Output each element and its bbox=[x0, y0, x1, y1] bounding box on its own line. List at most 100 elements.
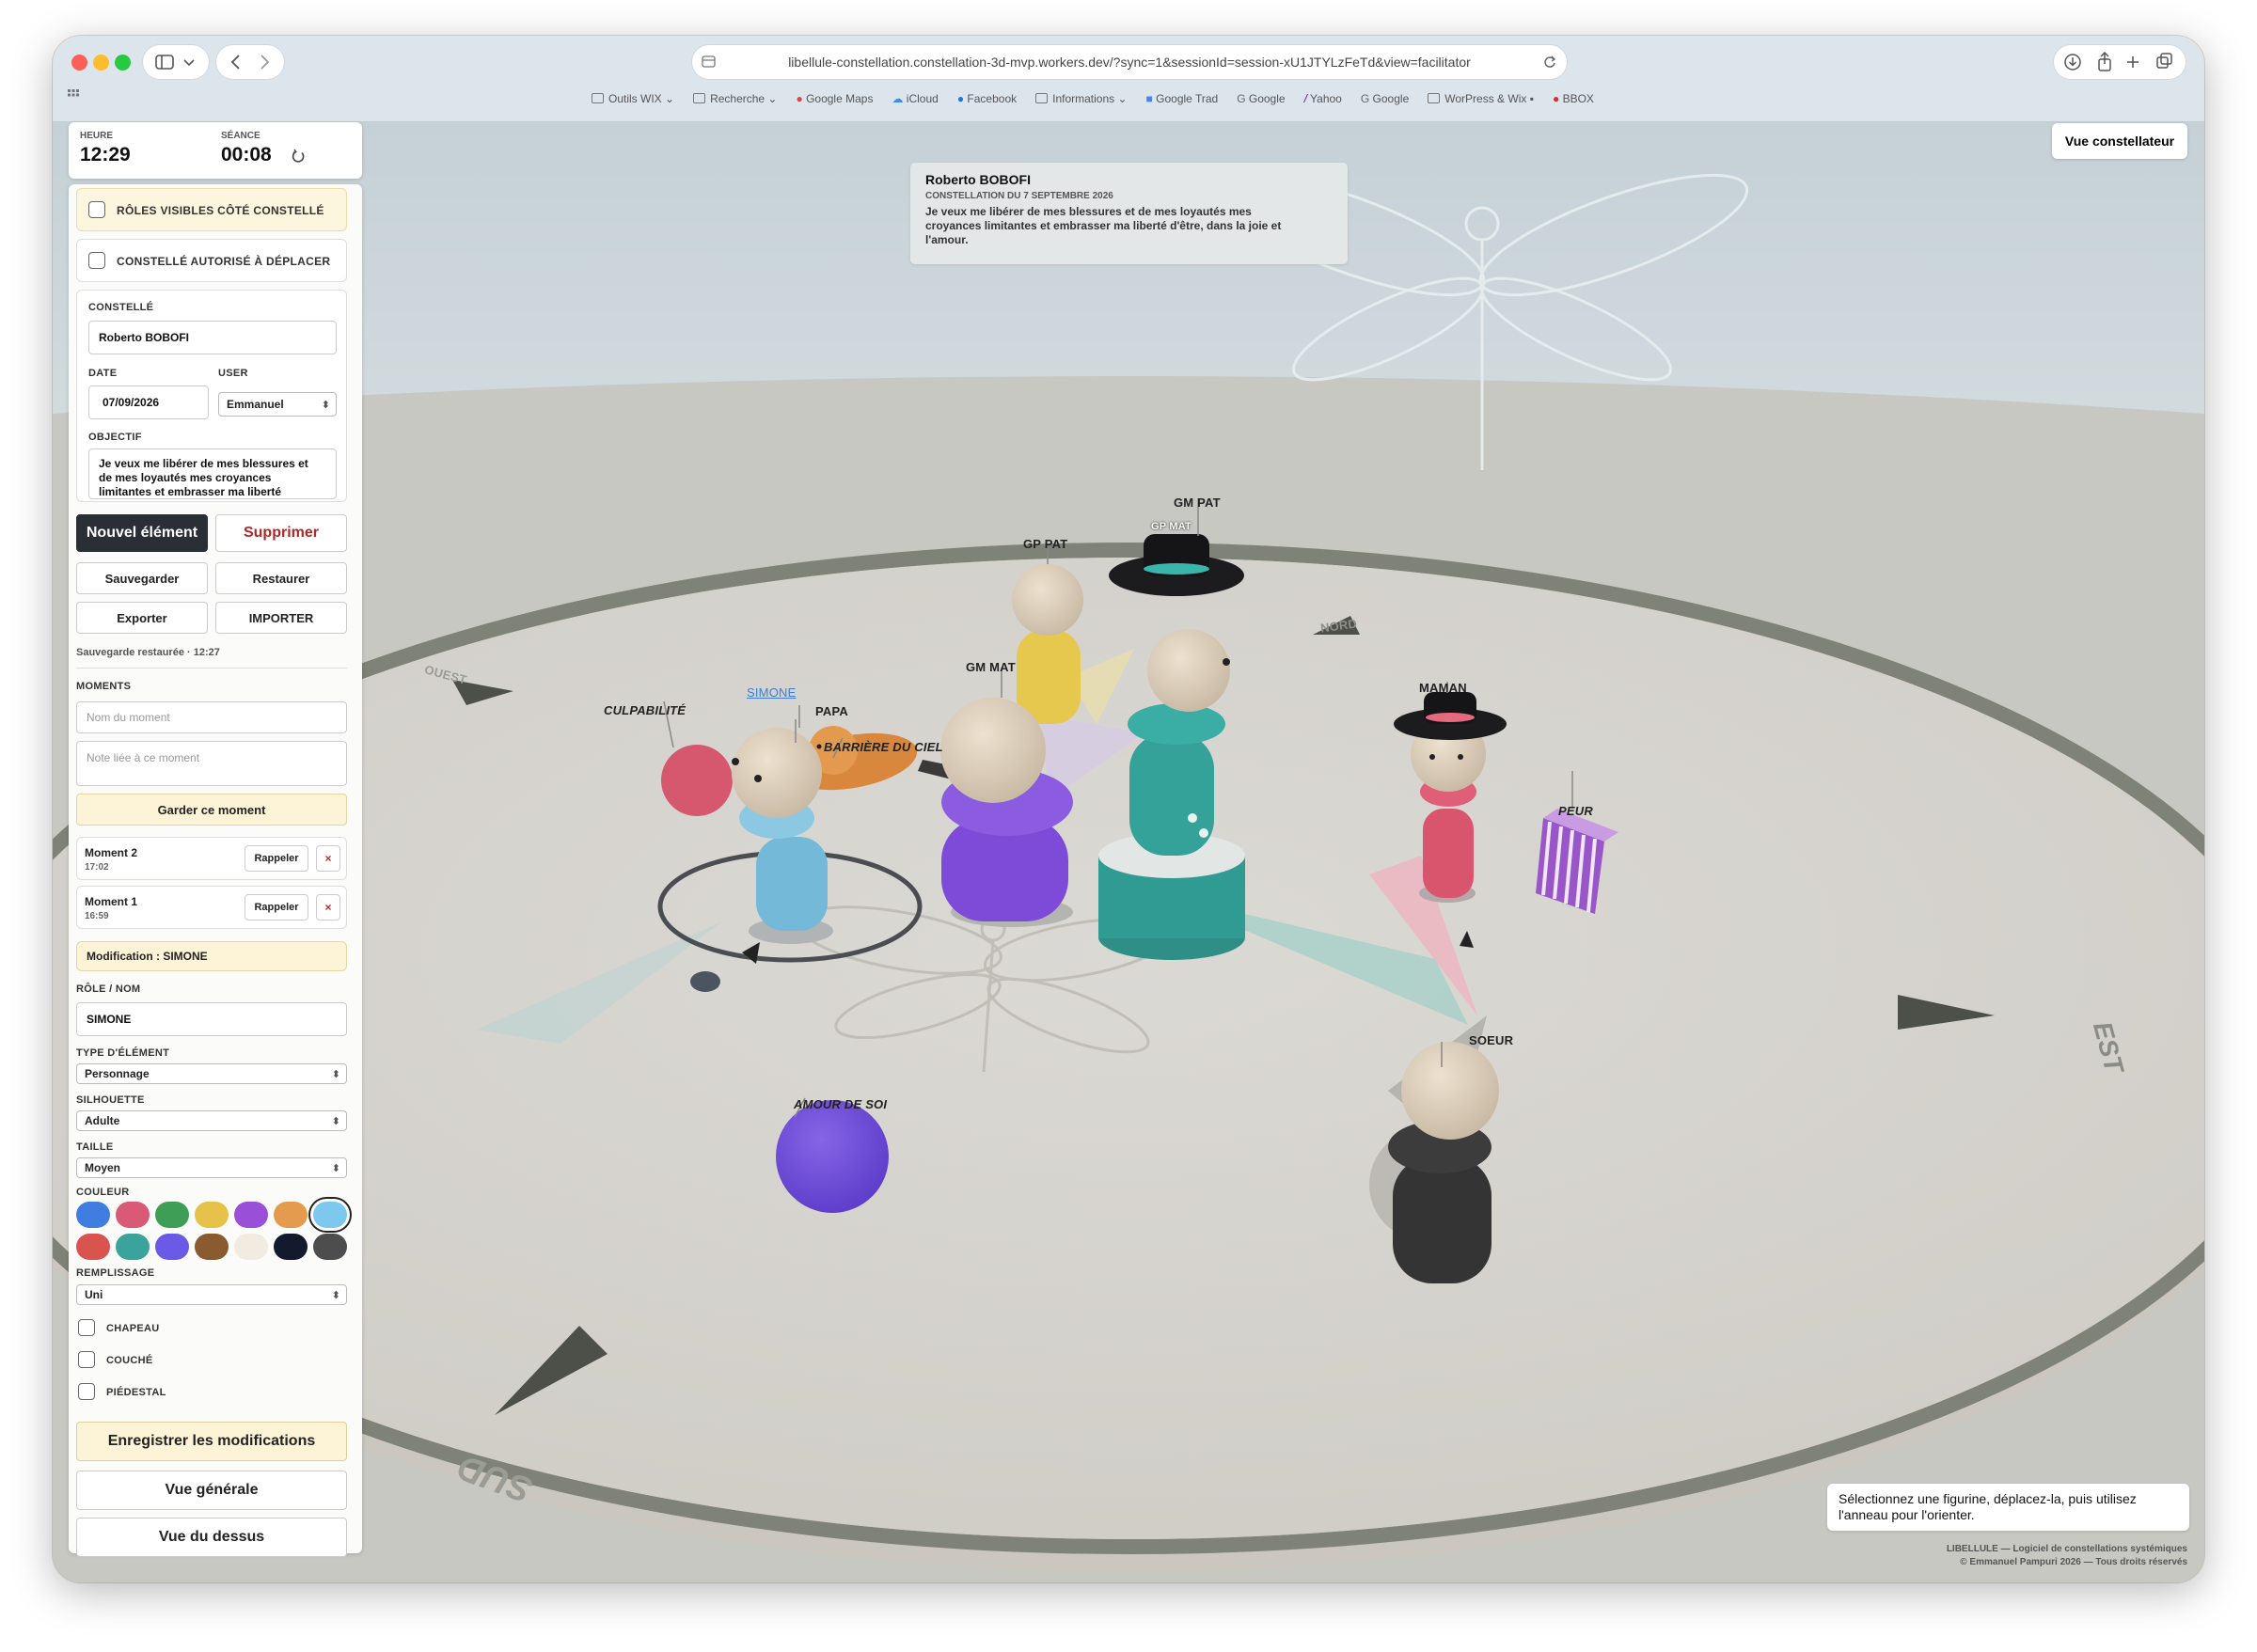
recall-moment-button[interactable]: Rappeler bbox=[245, 845, 308, 872]
history-nav-buttons[interactable] bbox=[216, 45, 284, 79]
couche-label: COUCHÉ bbox=[106, 1355, 153, 1366]
map-pin-icon: ● bbox=[796, 92, 803, 105]
delete-moment-button[interactable]: × bbox=[316, 894, 340, 920]
moment-note-input[interactable]: Note liée à ce moment bbox=[76, 741, 347, 786]
silhouette-select[interactable]: Adulte bbox=[76, 1110, 347, 1131]
reset-timer-icon[interactable] bbox=[291, 149, 306, 164]
constelle-move-label: CONSTELLÉ AUTORISÉ À DÉPLACER bbox=[117, 255, 331, 268]
recall-moment-button[interactable]: Rappeler bbox=[245, 894, 308, 920]
bookmark-outils-wix[interactable]: Outils WIX ⌄ bbox=[592, 92, 674, 105]
user-select[interactable]: Emmanuel bbox=[218, 392, 337, 417]
color-swatch[interactable] bbox=[155, 1202, 189, 1228]
color-swatch[interactable] bbox=[274, 1234, 308, 1260]
session-objective-line: Je veux me libérer de mes blessures et d… bbox=[925, 205, 1252, 218]
color-swatch[interactable] bbox=[76, 1234, 110, 1260]
remplissage-select[interactable]: Uni bbox=[76, 1284, 347, 1305]
moments-label: MOMENTS bbox=[76, 681, 132, 692]
save-changes-button[interactable]: Enregistrer les modifications bbox=[76, 1422, 347, 1461]
taille-select[interactable]: Moyen bbox=[76, 1157, 347, 1178]
color-swatch[interactable] bbox=[313, 1234, 347, 1260]
label-amour-de-soi[interactable]: AMOUR DE SOI bbox=[794, 1097, 887, 1111]
delete-moment-button[interactable]: × bbox=[316, 845, 340, 872]
delete-button[interactable]: Supprimer bbox=[215, 514, 347, 552]
zoom-window-button[interactable] bbox=[115, 55, 131, 71]
color-swatch[interactable] bbox=[195, 1234, 229, 1260]
label-barriere-du-ciel[interactable]: BARRIÈRE DU CIEL bbox=[824, 740, 943, 754]
couche-checkbox[interactable] bbox=[78, 1351, 95, 1368]
top-view-button[interactable]: Vue du dessus bbox=[76, 1518, 347, 1557]
close-window-button[interactable] bbox=[71, 55, 87, 71]
remplissage-label: REMPLISSAGE bbox=[76, 1267, 155, 1279]
label-gm-pat[interactable]: GM PAT bbox=[1174, 496, 1221, 510]
label-maman[interactable]: MAMAN bbox=[1419, 681, 1467, 695]
amour-de-soi-figure[interactable] bbox=[776, 1100, 889, 1213]
bookmark-google-2[interactable]: G Google bbox=[1361, 92, 1409, 105]
bookmark-informations[interactable]: Informations ⌄ bbox=[1035, 92, 1128, 105]
color-swatch[interactable] bbox=[274, 1202, 308, 1228]
color-swatch[interactable] bbox=[116, 1234, 150, 1260]
color-swatch[interactable] bbox=[76, 1202, 110, 1228]
scene-canvas[interactable] bbox=[53, 122, 2204, 1582]
roles-visible-row[interactable]: RÔLES VISIBLES CÔTÉ CONSTELLÉ bbox=[76, 188, 347, 231]
bookmark-icloud[interactable]: ☁ iCloud bbox=[892, 92, 938, 105]
constellator-view-button[interactable]: Vue constellateur bbox=[2052, 123, 2187, 159]
address-bar[interactable]: libellule-constellation.constellation-3d… bbox=[692, 45, 1567, 79]
chapeau-checkbox[interactable] bbox=[78, 1319, 95, 1336]
constelle-move-row[interactable]: CONSTELLÉ AUTORISÉ À DÉPLACER bbox=[76, 239, 347, 282]
cloud-icon: ☁ bbox=[892, 92, 904, 105]
reload-icon[interactable] bbox=[1542, 55, 1557, 70]
objectif-textarea[interactable]: Je veux me libérer de mes blessures et d… bbox=[88, 448, 337, 499]
save-button[interactable]: Sauvegarder bbox=[76, 562, 208, 594]
color-swatch[interactable] bbox=[116, 1202, 150, 1228]
new-element-button[interactable]: Nouvel élément bbox=[76, 514, 208, 552]
color-swatch[interactable] bbox=[234, 1234, 268, 1260]
sidebar-toggle-button[interactable] bbox=[143, 45, 209, 79]
label-gm-mat[interactable]: GM MAT bbox=[966, 660, 1016, 674]
browser-actions[interactable] bbox=[2054, 45, 2186, 79]
restore-button[interactable]: Restaurer bbox=[215, 562, 347, 594]
constelle-label: CONSTELLÉ bbox=[88, 302, 154, 313]
culpabilite-figure[interactable] bbox=[661, 745, 733, 816]
moment-list-item: Moment 2 17:02 Rappeler × bbox=[76, 837, 347, 880]
grid-icon[interactable] bbox=[68, 88, 79, 100]
date-input[interactable]: 07/09/2026 bbox=[88, 385, 209, 419]
label-culpabilite[interactable]: CULPABILITÉ bbox=[604, 703, 686, 717]
footer-line: LIBELLULE — Logiciel de constellations s… bbox=[1946, 1544, 2187, 1554]
constelle-input[interactable]: Roberto BOBOFI bbox=[88, 321, 337, 354]
bookmark-google-1[interactable]: G Google bbox=[1237, 92, 1285, 105]
label-simone[interactable]: SIMONE bbox=[747, 685, 796, 700]
color-swatch[interactable] bbox=[234, 1202, 268, 1228]
roles-visible-checkbox[interactable] bbox=[88, 201, 105, 218]
bookmark-google-maps[interactable]: ● Google Maps bbox=[796, 92, 873, 105]
label-gp-pat[interactable]: GP PAT bbox=[1023, 537, 1067, 551]
moment-name-input[interactable]: Nom du moment bbox=[76, 701, 347, 733]
keep-moment-button[interactable]: Garder ce moment bbox=[76, 794, 347, 826]
gp-pat-figure[interactable] bbox=[1012, 564, 1083, 724]
color-swatch[interactable] bbox=[195, 1202, 229, 1228]
general-view-button[interactable]: Vue générale bbox=[76, 1471, 347, 1510]
label-soeur[interactable]: SOEUR bbox=[1469, 1033, 1513, 1047]
constelle-move-checkbox[interactable] bbox=[88, 252, 105, 269]
color-swatch[interactable] bbox=[155, 1234, 189, 1260]
minimize-window-button[interactable] bbox=[93, 55, 109, 71]
piedestal-label: PIÉDESTAL bbox=[106, 1387, 166, 1398]
bookmark-yahoo[interactable]: / Yahoo bbox=[1304, 92, 1342, 105]
bookmark-bbox[interactable]: ● BBOX bbox=[1553, 92, 1594, 105]
piedestal-checkbox[interactable] bbox=[78, 1383, 95, 1400]
moment-time: 16:59 bbox=[85, 911, 109, 921]
bookmark-recherche[interactable]: Recherche ⌄ bbox=[693, 92, 777, 105]
type-label: TYPE D'ÉLÉMENT bbox=[76, 1047, 170, 1059]
type-select[interactable]: Personnage bbox=[76, 1063, 347, 1084]
color-swatch[interactable] bbox=[313, 1202, 347, 1228]
chapeau-label: CHAPEAU bbox=[106, 1323, 160, 1334]
constellation-3d-scene[interactable]: GM PAT GP PAT GP MAT GM MAT MAMAN SIMONE… bbox=[53, 122, 2204, 1582]
label-peur[interactable]: PEUR bbox=[1558, 804, 1593, 818]
label-papa[interactable]: PAPA bbox=[815, 704, 848, 718]
export-button[interactable]: Exporter bbox=[76, 602, 208, 634]
import-button[interactable]: IMPORTER bbox=[215, 602, 347, 634]
bookmark-wordpress-wix[interactable]: WorPress & Wix ▪ bbox=[1428, 92, 1534, 105]
constellation-platform[interactable] bbox=[53, 543, 2204, 1570]
bookmark-facebook[interactable]: ● Facebook bbox=[957, 92, 1017, 105]
role-input[interactable]: SIMONE bbox=[76, 1002, 347, 1036]
bookmark-google-trad[interactable]: ■ Google Trad bbox=[1146, 92, 1219, 105]
